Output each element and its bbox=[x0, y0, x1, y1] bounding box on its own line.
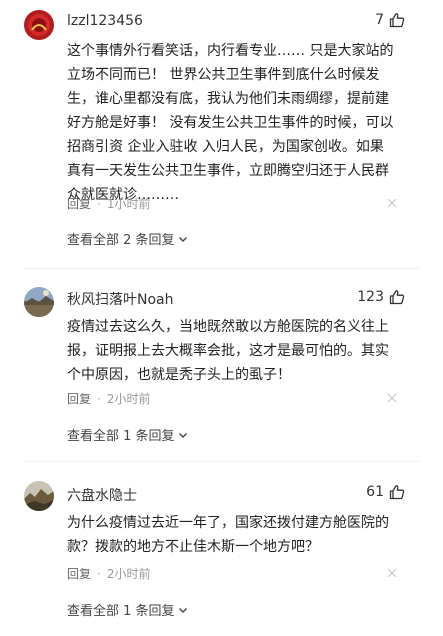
view-all-replies-label: 查看全部 1 条回复 bbox=[67, 604, 175, 619]
timestamp: 2小时前 bbox=[106, 392, 151, 406]
view-all-replies-button[interactable]: 查看全部 2 条回复 bbox=[67, 229, 189, 248]
thumbs-up-icon bbox=[389, 290, 405, 305]
username[interactable]: lzzl123456 bbox=[67, 13, 143, 29]
view-all-replies-label: 查看全部 2 条回复 bbox=[67, 233, 175, 248]
avatar[interactable] bbox=[24, 10, 54, 40]
view-all-replies-button[interactable]: 查看全部 1 条回复 bbox=[67, 600, 189, 619]
close-icon[interactable] bbox=[387, 393, 397, 403]
username[interactable]: 六盘水隐士 bbox=[67, 485, 137, 505]
divider bbox=[24, 461, 419, 462]
view-all-replies-label: 查看全部 1 条回复 bbox=[67, 429, 175, 444]
comment-text: 疫情过去这么久，当地既然敢以方舱医院的名义往上报，证明报上去大概率会批，这才是最… bbox=[67, 319, 389, 383]
avatar[interactable] bbox=[24, 287, 54, 317]
separator: · bbox=[97, 566, 101, 581]
like-count: 7 bbox=[375, 12, 384, 28]
separator: · bbox=[97, 196, 101, 211]
chevron-down-icon bbox=[178, 607, 187, 613]
username[interactable]: 秋风扫落叶Noah bbox=[67, 289, 174, 309]
like-button[interactable]: 123 bbox=[357, 289, 405, 305]
reply-button[interactable]: 回复 bbox=[67, 195, 91, 212]
close-icon[interactable] bbox=[387, 568, 397, 578]
close-icon[interactable] bbox=[387, 198, 397, 208]
comment-text: 这个事情外行看笑话，内行看专业…… 只是大家站的立场不同而已！ 世界公共卫生事件… bbox=[67, 43, 394, 203]
chevron-down-icon bbox=[178, 432, 187, 438]
comment-meta: 回复 · 1小时前 bbox=[67, 195, 150, 212]
comment-text: 为什么疫情过去近一年了，国家还拨付建方舱医院的款？拨款的地方不止佳木斯一个地方吧… bbox=[67, 515, 389, 555]
view-all-replies-button[interactable]: 查看全部 1 条回复 bbox=[67, 425, 189, 444]
comment-meta: 回复 · 2小时前 bbox=[67, 390, 150, 407]
comment-meta: 回复 · 2小时前 bbox=[67, 565, 150, 582]
like-button[interactable]: 61 bbox=[366, 484, 405, 500]
avatar[interactable] bbox=[24, 481, 54, 511]
like-count: 123 bbox=[357, 289, 384, 305]
timestamp: 2小时前 bbox=[106, 567, 151, 581]
chevron-down-icon bbox=[178, 236, 187, 242]
divider bbox=[24, 268, 419, 269]
separator: · bbox=[97, 391, 101, 406]
thumbs-up-icon bbox=[389, 485, 405, 500]
like-count: 61 bbox=[366, 484, 384, 500]
thumbs-up-icon bbox=[389, 13, 405, 28]
reply-button[interactable]: 回复 bbox=[67, 565, 91, 582]
reply-button[interactable]: 回复 bbox=[67, 390, 91, 407]
like-button[interactable]: 7 bbox=[375, 12, 405, 28]
timestamp: 1小时前 bbox=[106, 197, 151, 211]
